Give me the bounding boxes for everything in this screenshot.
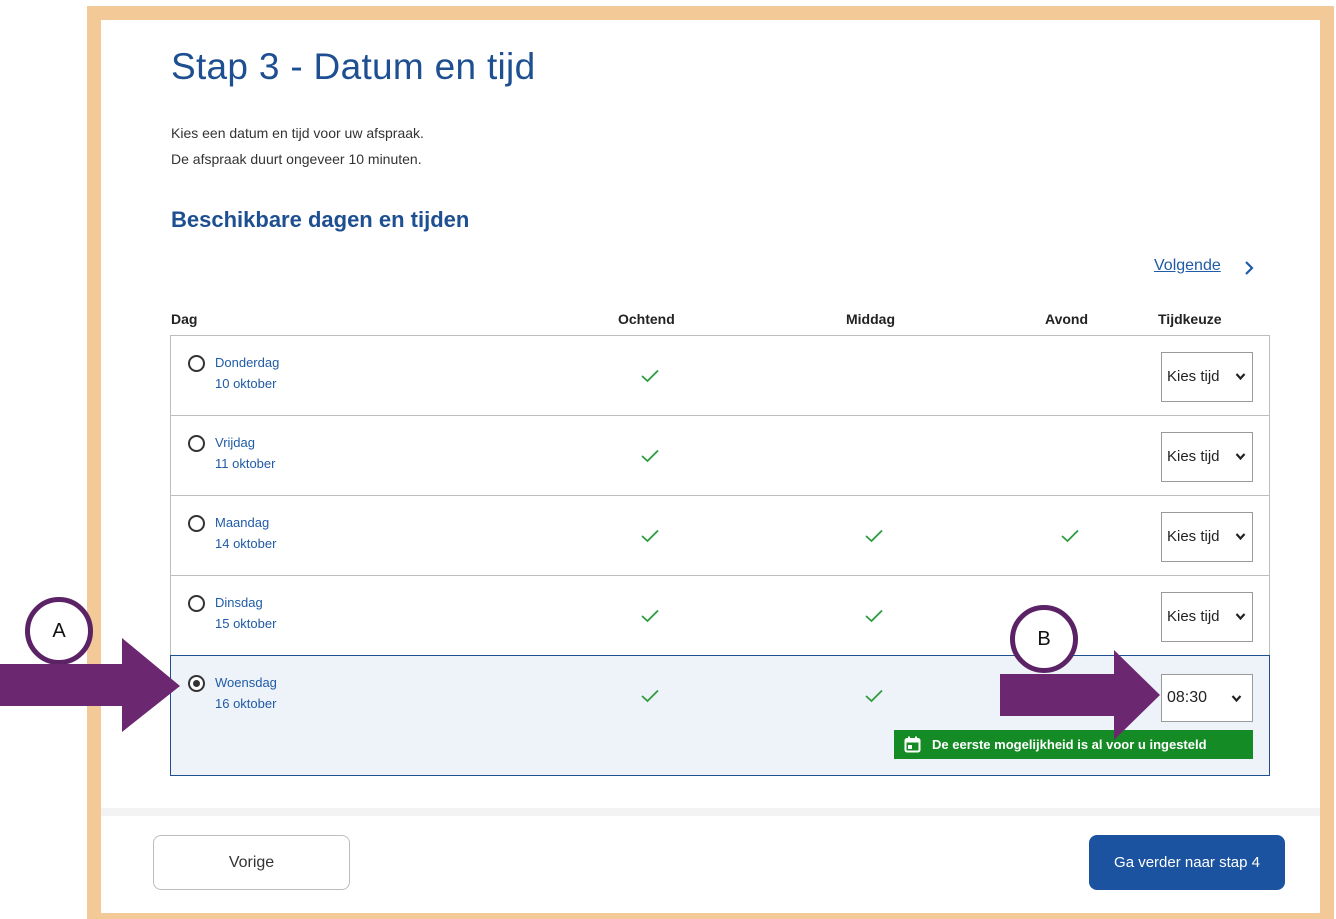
day-row[interactable]: Maandag 14 oktober Kies tijd: [170, 495, 1270, 576]
evening-check-icon: [1061, 529, 1079, 543]
time-select[interactable]: Kies tijd: [1161, 512, 1253, 562]
continue-to-step-4-button[interactable]: Ga verder naar stap 4: [1089, 835, 1285, 890]
time-select[interactable]: Kies tijd: [1161, 352, 1253, 402]
time-select[interactable]: 08:30: [1161, 674, 1253, 722]
day-radio-checked[interactable]: [188, 675, 205, 692]
day-name: Dinsdag: [215, 595, 263, 610]
day-date: 14 oktober: [215, 536, 277, 551]
day-date: 11 oktober: [215, 456, 276, 471]
day-radio[interactable]: [188, 355, 205, 372]
page-title: Stap 3 - Datum en tijd: [171, 46, 536, 87]
time-select[interactable]: Kies tijd: [1161, 592, 1253, 642]
day-radio[interactable]: [188, 515, 205, 532]
chevron-down-icon: [1235, 613, 1246, 621]
chevron-right-icon[interactable]: [1240, 259, 1258, 277]
afternoon-check-icon: [865, 689, 883, 703]
day-row[interactable]: Donderdag 10 oktober Kies tijd: [170, 335, 1270, 416]
time-select-value: Kies tijd: [1167, 608, 1220, 625]
day-date: 15 oktober: [215, 616, 277, 631]
day-radio[interactable]: [188, 595, 205, 612]
day-date: 10 oktober: [215, 376, 277, 391]
time-select-value: Kies tijd: [1167, 448, 1220, 465]
morning-check-icon: [641, 529, 659, 543]
annotation-b-label: B: [1037, 628, 1051, 650]
day-name: Donderdag: [215, 355, 280, 370]
column-header-time-choice: Tijdkeuze: [1158, 311, 1222, 327]
footer-divider: [101, 808, 1320, 816]
chevron-down-icon: [1231, 695, 1242, 703]
day-row[interactable]: Dinsdag 15 oktober Kies tijd: [170, 575, 1270, 656]
column-header-day: Dag: [171, 311, 198, 327]
afternoon-check-icon: [865, 609, 883, 623]
day-radio[interactable]: [188, 435, 205, 452]
time-select-value: Kies tijd: [1167, 528, 1220, 545]
day-name: Maandag: [215, 515, 270, 530]
morning-check-icon: [641, 449, 659, 463]
column-header-afternoon: Middag: [846, 311, 895, 327]
time-select-value: 08:30: [1167, 689, 1208, 706]
chevron-down-icon: [1235, 453, 1246, 461]
morning-check-icon: [641, 369, 659, 383]
annotation-a-arrow-icon: [0, 638, 180, 732]
previous-button[interactable]: Vorige: [153, 835, 350, 890]
intro-text: Kies een datum en tijd voor uw afspraak.: [171, 125, 424, 141]
column-header-evening: Avond: [1045, 311, 1089, 327]
duration-text: De afspraak duurt ongeveer 10 minuten.: [171, 151, 422, 167]
morning-check-icon: [641, 609, 659, 623]
afternoon-check-icon: [865, 529, 883, 543]
time-select-value: Kies tijd: [1167, 368, 1220, 385]
day-name: Vrijdag: [215, 435, 255, 450]
annotation-b-arrow-icon: [1000, 650, 1160, 740]
chevron-down-icon: [1235, 533, 1246, 541]
section-title: Beschikbare dagen en tijden: [171, 207, 470, 232]
morning-check-icon: [641, 689, 659, 703]
next-week-link[interactable]: Volgende: [1154, 257, 1221, 275]
calendar-icon: [904, 736, 921, 753]
day-date: 16 oktober: [215, 696, 277, 711]
day-name: Woensdag: [215, 675, 277, 690]
chevron-down-icon: [1235, 373, 1246, 381]
column-header-morning: Ochtend: [618, 311, 675, 327]
day-row[interactable]: Vrijdag 11 oktober Kies tijd: [170, 415, 1270, 496]
time-select[interactable]: Kies tijd: [1161, 432, 1253, 482]
